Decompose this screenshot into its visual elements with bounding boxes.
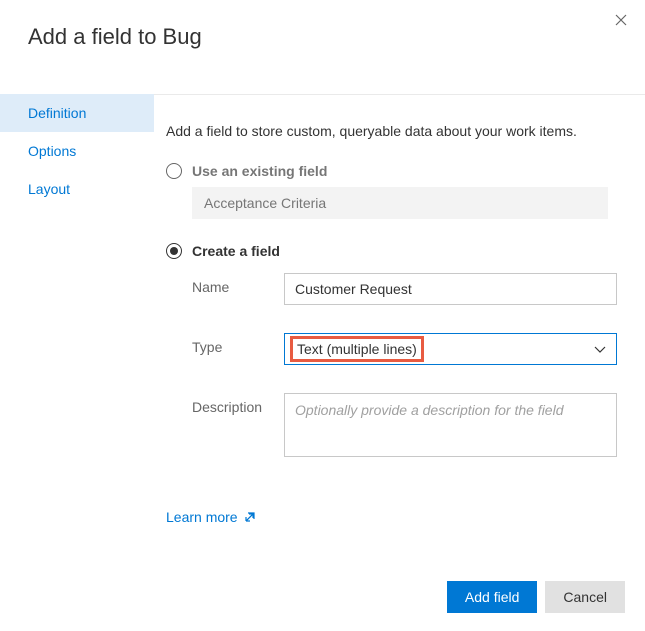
dialog-header: Add a field to Bug bbox=[0, 0, 645, 66]
sidebar-item-options[interactable]: Options bbox=[0, 132, 154, 170]
sidebar: Definition Options Layout bbox=[0, 66, 154, 557]
radio-group-existing: Use an existing field Acceptance Criteri… bbox=[166, 163, 617, 219]
add-field-button[interactable]: Add field bbox=[447, 581, 537, 613]
content-intro: Add a field to store custom, queryable d… bbox=[166, 123, 617, 139]
radio-existing[interactable] bbox=[166, 163, 182, 179]
form-row-description: Description bbox=[192, 393, 617, 457]
cancel-button[interactable]: Cancel bbox=[545, 581, 625, 613]
name-label: Name bbox=[192, 273, 284, 295]
description-label: Description bbox=[192, 393, 284, 415]
radio-group-create: Create a field Name Type Text (multiple … bbox=[166, 243, 617, 457]
close-icon bbox=[615, 14, 627, 26]
content-panel: Add a field to store custom, queryable d… bbox=[154, 94, 645, 557]
create-form: Name Type Text (multiple lines) bbox=[192, 273, 617, 457]
radio-row-existing[interactable]: Use an existing field bbox=[166, 163, 617, 179]
dialog-body: Definition Options Layout Add a field to… bbox=[0, 66, 645, 557]
existing-field-display: Acceptance Criteria bbox=[192, 187, 608, 219]
radio-create-label: Create a field bbox=[192, 243, 280, 259]
sidebar-item-label: Options bbox=[28, 143, 76, 159]
type-value: Text (multiple lines) bbox=[290, 336, 424, 362]
dialog-footer: Add field Cancel bbox=[447, 581, 625, 613]
radio-create[interactable] bbox=[166, 243, 182, 259]
dialog: Add a field to Bug Definition Options La… bbox=[0, 0, 645, 631]
form-row-type: Type Text (multiple lines) bbox=[192, 333, 617, 365]
name-input[interactable] bbox=[284, 273, 617, 305]
type-label: Type bbox=[192, 333, 284, 355]
type-select[interactable]: Text (multiple lines) bbox=[284, 333, 617, 365]
learn-more-link[interactable]: Learn more bbox=[166, 509, 255, 525]
form-row-name: Name bbox=[192, 273, 617, 305]
close-button[interactable] bbox=[611, 10, 631, 30]
learn-more-label: Learn more bbox=[166, 509, 238, 525]
sidebar-item-definition[interactable]: Definition bbox=[0, 94, 154, 132]
description-textarea[interactable] bbox=[284, 393, 617, 457]
radio-row-create[interactable]: Create a field bbox=[166, 243, 617, 259]
dialog-title: Add a field to Bug bbox=[28, 24, 617, 50]
sidebar-item-label: Definition bbox=[28, 105, 86, 121]
chevron-down-icon bbox=[594, 341, 606, 357]
sidebar-item-layout[interactable]: Layout bbox=[0, 170, 154, 208]
sidebar-item-label: Layout bbox=[28, 181, 70, 197]
external-link-icon bbox=[244, 512, 255, 523]
radio-existing-label: Use an existing field bbox=[192, 163, 327, 179]
